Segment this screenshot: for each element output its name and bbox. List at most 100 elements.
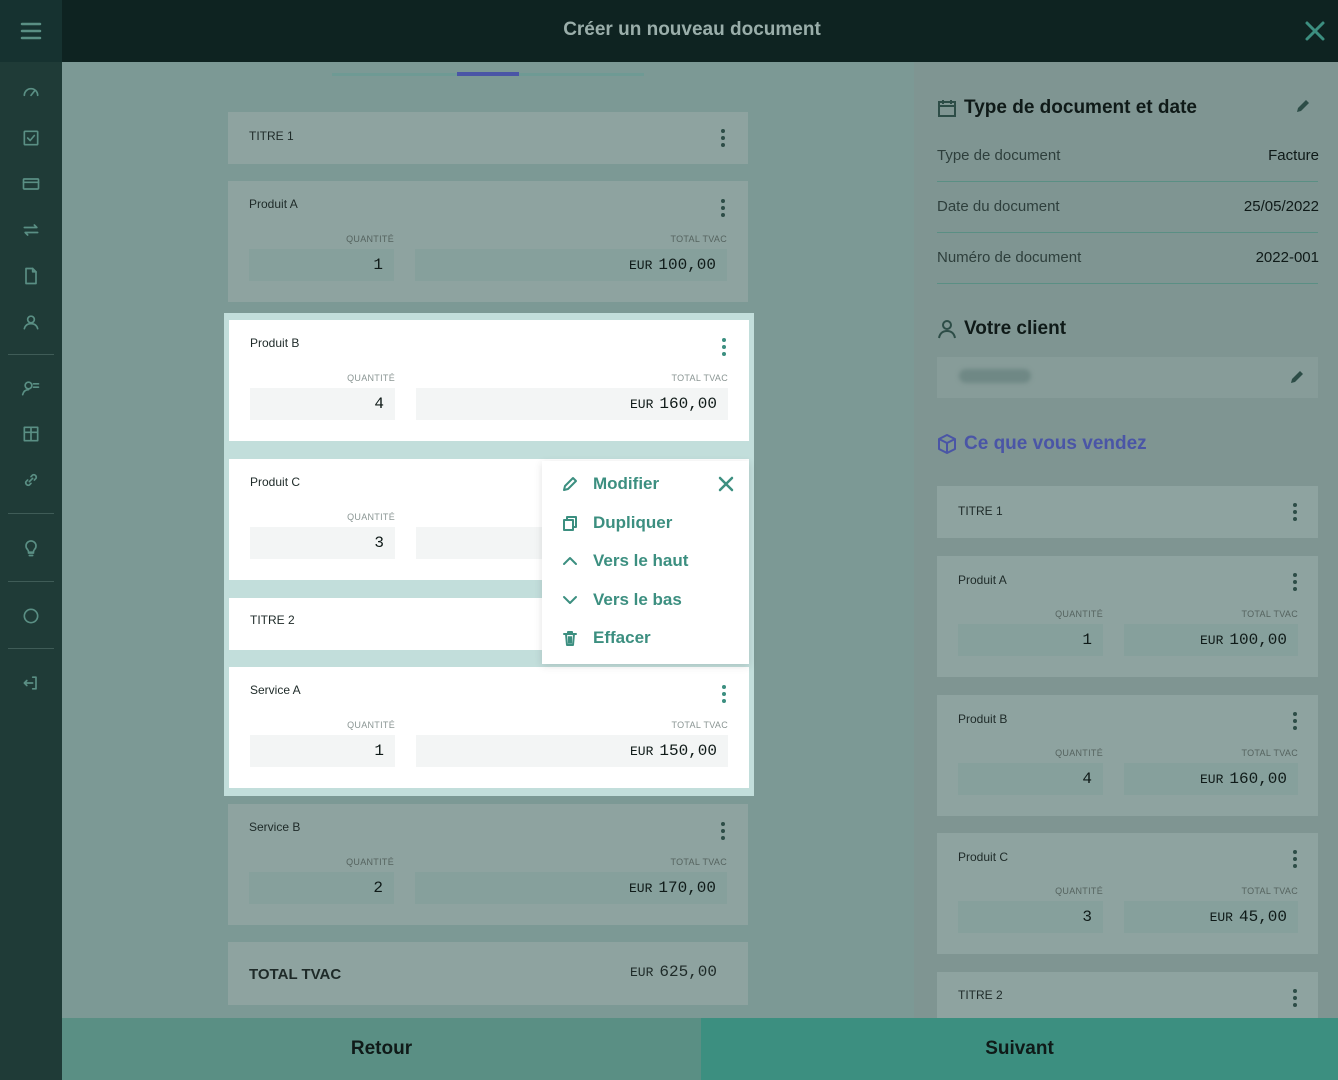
calendar-icon xyxy=(938,100,956,117)
type-label: Type de document xyxy=(937,147,1061,164)
kebab-icon[interactable] xyxy=(720,129,726,147)
qty-field[interactable]: 3 xyxy=(250,527,395,559)
total-field: EUR 45,00 xyxy=(1124,901,1298,933)
total-field: EUR 100,00 xyxy=(415,249,727,281)
document-editor: TITRE 1 Produit A QUANTITÉ TOTAL TVAC 1 … xyxy=(62,62,914,1018)
close-icon[interactable] xyxy=(1302,18,1328,44)
kebab-icon[interactable] xyxy=(720,822,726,840)
edit-icon[interactable] xyxy=(1294,97,1312,115)
total-label: TOTAL TVAC xyxy=(670,857,727,867)
qty-label: QUANTITÉ xyxy=(346,234,394,244)
menu-dupliquer[interactable]: Dupliquer xyxy=(561,511,672,535)
type-value: Facture xyxy=(1268,147,1319,164)
line-label: Produit C xyxy=(250,475,301,489)
qty-field[interactable]: 1 xyxy=(249,249,394,281)
qty-field[interactable]: 1 xyxy=(250,735,395,767)
line-produit-a[interactable]: Produit A QUANTITÉ TOTAL TVAC 1 EUR 100,0… xyxy=(228,181,748,302)
menu-button[interactable] xyxy=(0,0,62,62)
total-row: TOTAL TVAC EUR 625,00 xyxy=(228,942,748,1005)
qty-field: 4 xyxy=(958,763,1103,795)
menu-vers-le-haut[interactable]: Vers le haut xyxy=(561,549,688,573)
contacts-icon[interactable] xyxy=(19,310,43,334)
products-icon[interactable] xyxy=(19,422,43,446)
qty-field: 3 xyxy=(958,901,1103,933)
qty-field: 1 xyxy=(958,624,1103,656)
client-section-title: Votre client xyxy=(964,318,1067,339)
menu-vers-le-bas[interactable]: Vers le bas xyxy=(561,588,682,612)
copy-icon xyxy=(563,516,577,531)
total-field: EUR 170,00 xyxy=(415,872,727,904)
user-list-icon[interactable] xyxy=(19,376,43,400)
line-titre-1[interactable]: TITRE 1 xyxy=(228,112,748,164)
dashboard-icon[interactable] xyxy=(19,80,43,104)
document-icon[interactable] xyxy=(19,264,43,288)
total-field: EUR 160,00 xyxy=(416,388,728,420)
line-label: TITRE 2 xyxy=(250,613,295,627)
circle-icon[interactable] xyxy=(19,604,43,628)
qty-label: QUANTITÉ xyxy=(347,512,395,522)
menu-effacer[interactable]: Effacer xyxy=(561,626,651,650)
chevron-up-icon xyxy=(563,557,577,565)
line-produit-b[interactable]: Produit B QUANTITÉ TOTAL TVAC 4 EUR 160,0… xyxy=(229,320,749,441)
line-label: Produit A xyxy=(249,197,298,211)
qty-field[interactable]: 4 xyxy=(250,388,395,420)
client-field[interactable] xyxy=(937,357,1318,398)
date-label: Date du document xyxy=(937,198,1060,215)
kebab-icon[interactable] xyxy=(721,338,727,356)
chevron-down-icon xyxy=(563,596,577,604)
kebab-icon[interactable] xyxy=(1292,503,1298,521)
summary-produit-a[interactable]: Produit A QUANTITÉ TOTAL TVAC 1 EUR 100,0… xyxy=(937,556,1318,677)
link-icon[interactable] xyxy=(19,468,43,492)
total-value: EUR 625,00 xyxy=(629,963,717,981)
line-service-a[interactable]: Service A QUANTITÉ TOTAL TVAC 1 EUR 150,0… xyxy=(229,667,749,788)
kebab-icon[interactable] xyxy=(1292,850,1298,868)
box-icon xyxy=(938,434,956,454)
summary-panel: Type de document et date Type de documen… xyxy=(914,62,1338,1018)
qty-field[interactable]: 2 xyxy=(249,872,394,904)
transfer-icon[interactable] xyxy=(19,218,43,242)
total-label: TOTAL TVAC xyxy=(249,966,342,983)
kebab-icon[interactable] xyxy=(720,199,726,217)
qty-label: QUANTITÉ xyxy=(347,720,395,730)
line-label: Service B xyxy=(249,820,301,834)
kebab-icon[interactable] xyxy=(1292,712,1298,730)
trash-icon xyxy=(563,631,577,646)
number-label: Numéro de document xyxy=(937,249,1082,266)
qty-label: QUANTITÉ xyxy=(346,857,394,867)
kebab-icon[interactable] xyxy=(1292,989,1298,1007)
kebab-icon[interactable] xyxy=(721,685,727,703)
sell-section-title: Ce que vous vendez xyxy=(964,433,1147,454)
total-field: EUR 150,00 xyxy=(416,735,728,767)
summary-produit-c[interactable]: Produit C QUANTITÉ TOTAL TVAC 3 EUR 45,00 xyxy=(937,833,1318,954)
total-field: EUR 100,00 xyxy=(1124,624,1298,656)
total-field: EUR 160,00 xyxy=(1124,763,1298,795)
line-label: TITRE 1 xyxy=(249,129,294,143)
menu-modifier[interactable]: Modifier xyxy=(561,472,659,496)
next-button[interactable]: Suivant xyxy=(701,1018,1338,1080)
pencil-icon xyxy=(563,477,577,491)
step-progress-active xyxy=(457,72,519,76)
summary-titre-1[interactable]: TITRE 1 xyxy=(937,486,1318,538)
checkbox-icon[interactable] xyxy=(19,126,43,150)
doc-section-title: Type de document et date xyxy=(964,97,1197,118)
total-label: TOTAL TVAC xyxy=(671,373,728,383)
line-service-b[interactable]: Service B QUANTITÉ TOTAL TVAC 2 EUR 170,0… xyxy=(228,804,748,925)
close-icon[interactable] xyxy=(716,474,736,494)
kebab-icon[interactable] xyxy=(1292,573,1298,591)
page-title: Créer un nouveau document xyxy=(563,19,821,40)
total-label: TOTAL TVAC xyxy=(670,234,727,244)
client-name-redacted xyxy=(959,369,1031,383)
line-label: Service A xyxy=(250,683,301,697)
logout-icon[interactable] xyxy=(19,671,43,695)
total-label: TOTAL TVAC xyxy=(671,720,728,730)
hamburger-icon xyxy=(20,22,42,40)
user-icon xyxy=(938,320,956,339)
summary-produit-b[interactable]: Produit B QUANTITÉ TOTAL TVAC 4 EUR 160,0… xyxy=(937,695,1318,816)
edit-icon[interactable] xyxy=(1288,368,1306,386)
lightbulb-icon[interactable] xyxy=(19,536,43,560)
back-button[interactable]: Retour xyxy=(62,1018,701,1080)
card-icon[interactable] xyxy=(19,172,43,196)
date-value: 25/05/2022 xyxy=(1243,198,1319,215)
line-context-menu: Modifier Dupliquer Vers le haut Vers le … xyxy=(542,461,749,664)
summary-titre-2[interactable]: TITRE 2 xyxy=(937,972,1318,1018)
